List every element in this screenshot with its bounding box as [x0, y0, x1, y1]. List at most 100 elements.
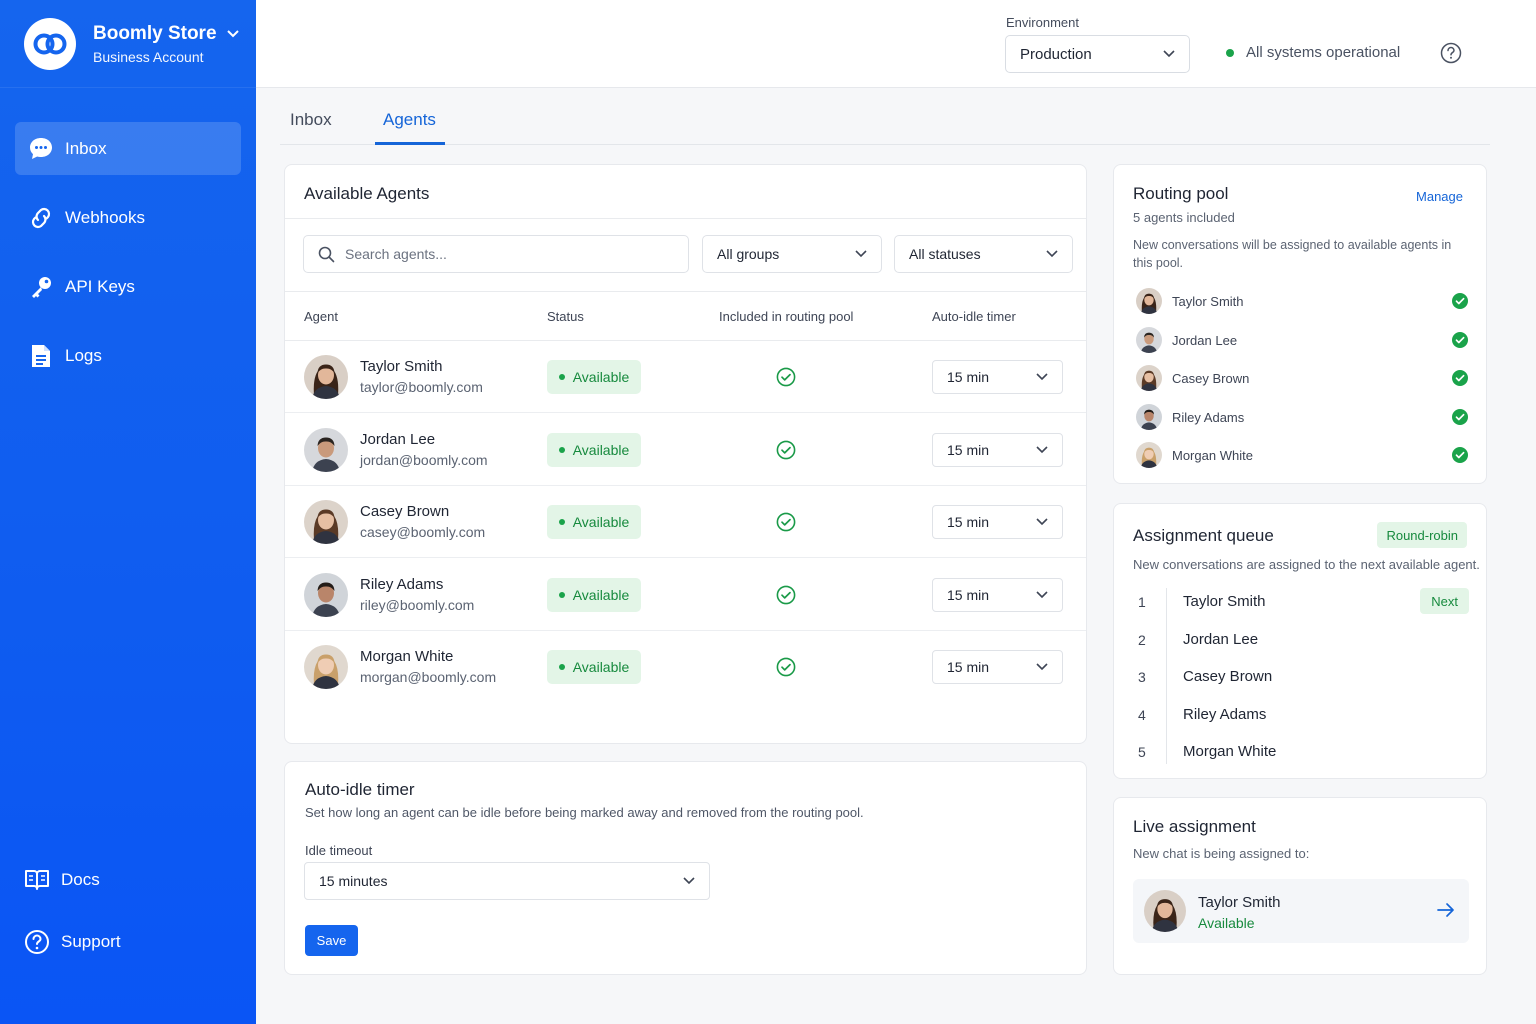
tab-agents[interactable]: Agents — [383, 110, 436, 130]
sidebar-bottom-nav: Docs Support — [15, 853, 241, 977]
status-badge: Available — [547, 577, 641, 612]
live-agent-item[interactable]: Taylor Smith Available — [1133, 879, 1469, 943]
chevron-down-icon — [1036, 590, 1048, 598]
agent-name: Taylor Smith — [360, 358, 443, 375]
auto-idle-timer-select[interactable]: 15 min — [932, 432, 1063, 467]
sidebar-item-inbox[interactable]: Inbox — [15, 122, 241, 175]
top-bar: Environment Production All systems opera… — [256, 0, 1536, 88]
environment-value: Production — [1020, 45, 1092, 63]
check-circle-icon[interactable] — [776, 585, 796, 610]
help-icon[interactable] — [1440, 42, 1462, 69]
status-dot-icon — [558, 591, 565, 598]
check-circle-icon[interactable] — [776, 440, 796, 465]
sidebar-item-label: API Keys — [65, 276, 135, 296]
status-dot-icon — [558, 519, 565, 525]
timer-value: 15 min — [947, 659, 990, 675]
chat-bubble-icon — [27, 135, 55, 163]
avatar — [1136, 288, 1162, 314]
check-filled-icon — [1452, 293, 1468, 314]
avatar — [1136, 326, 1162, 353]
avatar — [304, 355, 348, 399]
status-dot-icon — [558, 374, 565, 380]
status-text: Available — [572, 659, 630, 675]
sidebar-item-webhooks[interactable]: Webhooks — [15, 191, 241, 244]
sidebar-item-logs[interactable]: Logs — [15, 329, 241, 382]
queue-position: 5 — [1138, 744, 1146, 760]
list-item: Casey Brown — [1136, 365, 1468, 391]
live-agent-status: Available — [1198, 915, 1255, 931]
pool-member-name: Jordan Lee — [1172, 332, 1238, 348]
save-button[interactable]: Save — [305, 925, 358, 956]
group-filter-dropdown[interactable]: All groups — [702, 235, 882, 273]
card-title: Auto-idle timer — [305, 780, 415, 799]
system-status-text: All systems operational — [1246, 44, 1401, 61]
column-header-status[interactable]: Status — [547, 309, 584, 324]
column-header-routing-pool[interactable]: Included in routing pool — [719, 309, 853, 324]
check-circle-icon[interactable] — [776, 512, 796, 537]
idle-timeout-select[interactable]: 15 minutes — [304, 862, 710, 900]
status-text: Available — [572, 369, 630, 385]
queue-mode-badge: Round-robin — [1377, 522, 1467, 548]
sidebar-item-support[interactable]: Support — [15, 915, 241, 968]
list-item: Morgan White — [1136, 442, 1468, 468]
avatar — [304, 572, 348, 617]
document-icon — [27, 342, 55, 370]
auto-idle-timer-select[interactable]: 15 min — [932, 505, 1063, 539]
pool-count: 5 agents included — [1133, 210, 1235, 225]
agent-name: Morgan White — [360, 648, 454, 665]
search-agents-input[interactable]: Search agents... — [303, 235, 689, 273]
queue-item: 4 Riley Adams — [1114, 699, 1488, 729]
check-circle-icon[interactable] — [776, 367, 796, 392]
arrow-right-icon[interactable] — [1437, 902, 1455, 923]
chevron-down-icon — [855, 250, 867, 258]
active-tab-indicator — [375, 142, 445, 145]
agent-name: Riley Adams — [360, 575, 444, 593]
timer-value: 15 min — [947, 369, 990, 385]
auto-idle-timer-select[interactable]: 15 min — [932, 577, 1063, 612]
status-dot-icon — [558, 446, 565, 453]
pool-member-name: Casey Brown — [1172, 371, 1250, 386]
chevron-down-icon — [226, 29, 239, 37]
tab-inbox[interactable]: Inbox — [290, 110, 332, 130]
tab-bar: Inbox Agents — [280, 98, 1490, 145]
agent-name: Casey Brown — [360, 503, 450, 520]
live-assignment-card: Live assignment New chat is being assign… — [1113, 797, 1487, 975]
column-header-agent[interactable]: Agent — [304, 309, 338, 324]
queue-item: 3 Casey Brown — [1114, 661, 1488, 691]
environment-label: Environment — [1006, 15, 1079, 30]
agent-name: Jordan Lee — [360, 430, 436, 448]
key-icon — [27, 273, 55, 301]
sidebar-item-label: Webhooks — [65, 207, 146, 227]
sidebar-item-label: Inbox — [65, 138, 107, 158]
queue-description: New conversations are assigned to the ne… — [1133, 557, 1480, 572]
table-row: Riley Adams riley@boomly.com Available 1… — [285, 559, 1086, 631]
auto-idle-timer-select[interactable]: 15 min — [932, 650, 1063, 684]
environment-select[interactable]: Production — [1005, 35, 1190, 73]
sidebar-item-docs[interactable]: Docs — [15, 853, 241, 906]
search-icon — [318, 246, 335, 262]
queue-agent-name: Taylor Smith — [1183, 593, 1266, 610]
agent-email: taylor@boomly.com — [360, 379, 483, 395]
card-title: Routing pool — [1133, 184, 1229, 203]
avatar — [304, 645, 348, 689]
card-title: Live assignment — [1133, 817, 1256, 836]
auto-idle-timer-card: Auto-idle timer Set how long an agent ca… — [284, 761, 1087, 975]
chevron-down-icon — [1046, 250, 1058, 258]
status-filter-dropdown[interactable]: All statuses — [894, 235, 1073, 273]
manage-link[interactable]: Manage — [1416, 189, 1463, 204]
queue-item: 2 Jordan Lee — [1114, 624, 1488, 654]
queue-item: 1 Taylor Smith Next — [1114, 586, 1488, 616]
avatar — [304, 500, 348, 544]
sidebar-item-api-keys[interactable]: API Keys — [15, 260, 241, 313]
divider — [285, 218, 1086, 219]
account-switcher[interactable]: Boomly Store Business Account — [0, 0, 256, 88]
chevron-down-icon — [1036, 663, 1048, 671]
column-header-auto-idle-timer[interactable]: Auto-idle timer — [932, 309, 1016, 324]
idle-timeout-label: Idle timeout — [305, 843, 373, 858]
check-circle-icon[interactable] — [776, 657, 796, 682]
status-badge: Available — [547, 505, 641, 539]
auto-idle-timer-select[interactable]: 15 min — [932, 360, 1063, 394]
assignment-queue-card: Assignment queue Round-robin New convers… — [1113, 503, 1487, 779]
avatar — [1144, 890, 1186, 932]
card-title: Available Agents — [304, 184, 430, 203]
